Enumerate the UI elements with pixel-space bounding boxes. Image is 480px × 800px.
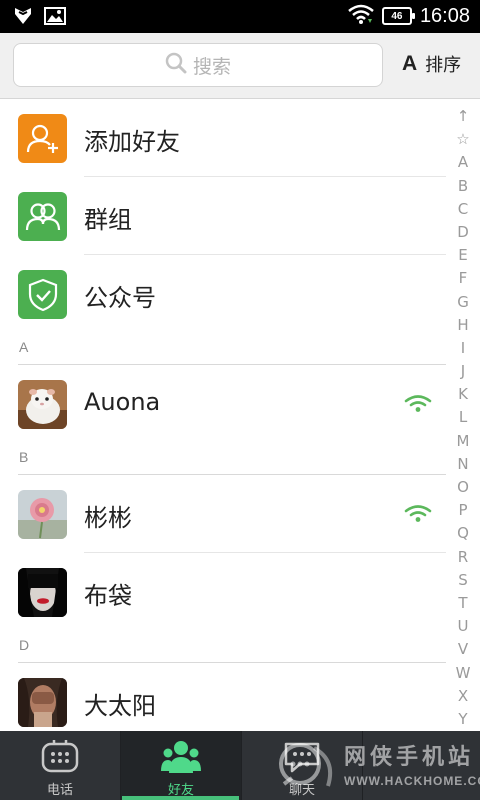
public-account-row[interactable]: 公众号 bbox=[0, 255, 450, 333]
wifi-signal-icon bbox=[348, 3, 374, 29]
active-tab-indicator bbox=[122, 796, 239, 800]
contact-name: Auona bbox=[84, 388, 161, 416]
index-letter[interactable]: O bbox=[450, 476, 476, 499]
index-letter[interactable]: Y bbox=[450, 708, 476, 731]
public-account-label: 公众号 bbox=[84, 284, 156, 312]
index-letter[interactable]: ☆ bbox=[450, 128, 476, 151]
section-header-a: A bbox=[18, 337, 446, 365]
index-letter[interactable]: N bbox=[450, 453, 476, 476]
contact-name: 布袋 bbox=[84, 582, 132, 610]
dialpad-icon bbox=[40, 739, 80, 775]
index-letter[interactable]: W bbox=[450, 662, 476, 685]
section-letter: B bbox=[19, 449, 29, 465]
online-status-icon bbox=[404, 394, 432, 418]
search-placeholder: 搜索 bbox=[192, 55, 231, 78]
sort-icon: A bbox=[402, 52, 418, 75]
index-letter[interactable]: U bbox=[450, 615, 476, 638]
watermark: 网侠手机站 WWW.HACKHOME.COM bbox=[278, 736, 480, 798]
search-input[interactable]: 搜索 bbox=[13, 43, 383, 87]
network-type: 46 bbox=[391, 10, 403, 22]
index-letter[interactable]: Q bbox=[450, 522, 476, 545]
image-notification-icon bbox=[44, 7, 66, 29]
section-header-d: D bbox=[18, 635, 446, 663]
group-label: 群组 bbox=[84, 206, 132, 234]
index-letter[interactable]: A bbox=[450, 151, 476, 174]
watermark-text: 网侠手机站 bbox=[344, 745, 475, 770]
sort-button[interactable]: A 排序 bbox=[402, 51, 461, 77]
avatar bbox=[18, 678, 67, 727]
index-letter[interactable]: ↑ bbox=[450, 105, 476, 128]
shield-check-icon bbox=[18, 270, 67, 319]
contact-row-binbin[interactable]: 彬彬 bbox=[0, 475, 450, 553]
tab-phone[interactable]: 电话 bbox=[0, 731, 120, 800]
index-letter[interactable]: S bbox=[450, 569, 476, 592]
contact-row-dataiyang[interactable]: 大太阳 bbox=[0, 663, 450, 731]
clock: 16:08 bbox=[419, 4, 470, 27]
alphabet-index-bar[interactable]: ↑ ☆ A B C D E F G H I J K L M N O P Q R S T U V W X Y bbox=[450, 105, 476, 731]
index-letter[interactable]: R bbox=[450, 546, 476, 569]
contact-name: 彬彬 bbox=[84, 504, 132, 532]
search-area: 搜索 A 排序 bbox=[0, 33, 480, 99]
group-icon bbox=[18, 192, 67, 241]
search-icon bbox=[165, 52, 187, 78]
contact-list[interactable]: 添加好友 群组 公众号 A Auona B 彬彬 布袋 D 大太阳 bbox=[0, 99, 480, 731]
index-letter[interactable]: C bbox=[450, 198, 476, 221]
index-letter[interactable]: G bbox=[450, 291, 476, 314]
add-friend-row[interactable]: 添加好友 bbox=[0, 99, 450, 177]
index-letter[interactable]: I bbox=[450, 337, 476, 360]
group-row[interactable]: 群组 bbox=[0, 177, 450, 255]
section-letter: D bbox=[19, 637, 30, 653]
contact-row-budai[interactable]: 布袋 bbox=[0, 553, 450, 631]
online-status-icon bbox=[404, 504, 432, 528]
index-letter[interactable]: D bbox=[450, 221, 476, 244]
sort-label: 排序 bbox=[425, 55, 462, 76]
contact-row-auona[interactable]: Auona bbox=[0, 365, 450, 443]
index-letter[interactable]: E bbox=[450, 244, 476, 267]
index-letter[interactable]: H bbox=[450, 314, 476, 337]
add-friend-icon bbox=[18, 114, 67, 163]
index-letter[interactable]: L bbox=[450, 406, 476, 429]
index-letter[interactable]: T bbox=[450, 592, 476, 615]
index-letter[interactable]: K bbox=[450, 383, 476, 406]
index-letter[interactable]: V bbox=[450, 638, 476, 661]
watermark-url: WWW.HACKHOME.COM bbox=[344, 774, 480, 788]
avatar bbox=[18, 490, 67, 539]
watermark-logo-icon bbox=[278, 740, 340, 798]
section-letter: A bbox=[19, 339, 29, 355]
tab-friends[interactable]: 好友 bbox=[121, 731, 241, 800]
index-letter[interactable]: B bbox=[450, 175, 476, 198]
avatar bbox=[18, 568, 67, 617]
index-letter[interactable]: X bbox=[450, 685, 476, 708]
battery-icon: 46 bbox=[381, 7, 415, 25]
avatar bbox=[18, 380, 67, 429]
contact-name: 大太阳 bbox=[84, 692, 156, 720]
friends-icon bbox=[161, 739, 201, 775]
section-header-b: B bbox=[18, 447, 446, 475]
index-letter[interactable]: F bbox=[450, 267, 476, 290]
index-letter[interactable]: P bbox=[450, 499, 476, 522]
tab-phone-label: 电话 bbox=[46, 783, 73, 798]
shield-notification-icon bbox=[14, 6, 32, 30]
index-letter[interactable]: M bbox=[450, 430, 476, 453]
status-bar: 46 16:08 bbox=[0, 0, 480, 33]
index-letter[interactable]: J bbox=[450, 360, 476, 383]
add-friend-label: 添加好友 bbox=[84, 128, 180, 156]
